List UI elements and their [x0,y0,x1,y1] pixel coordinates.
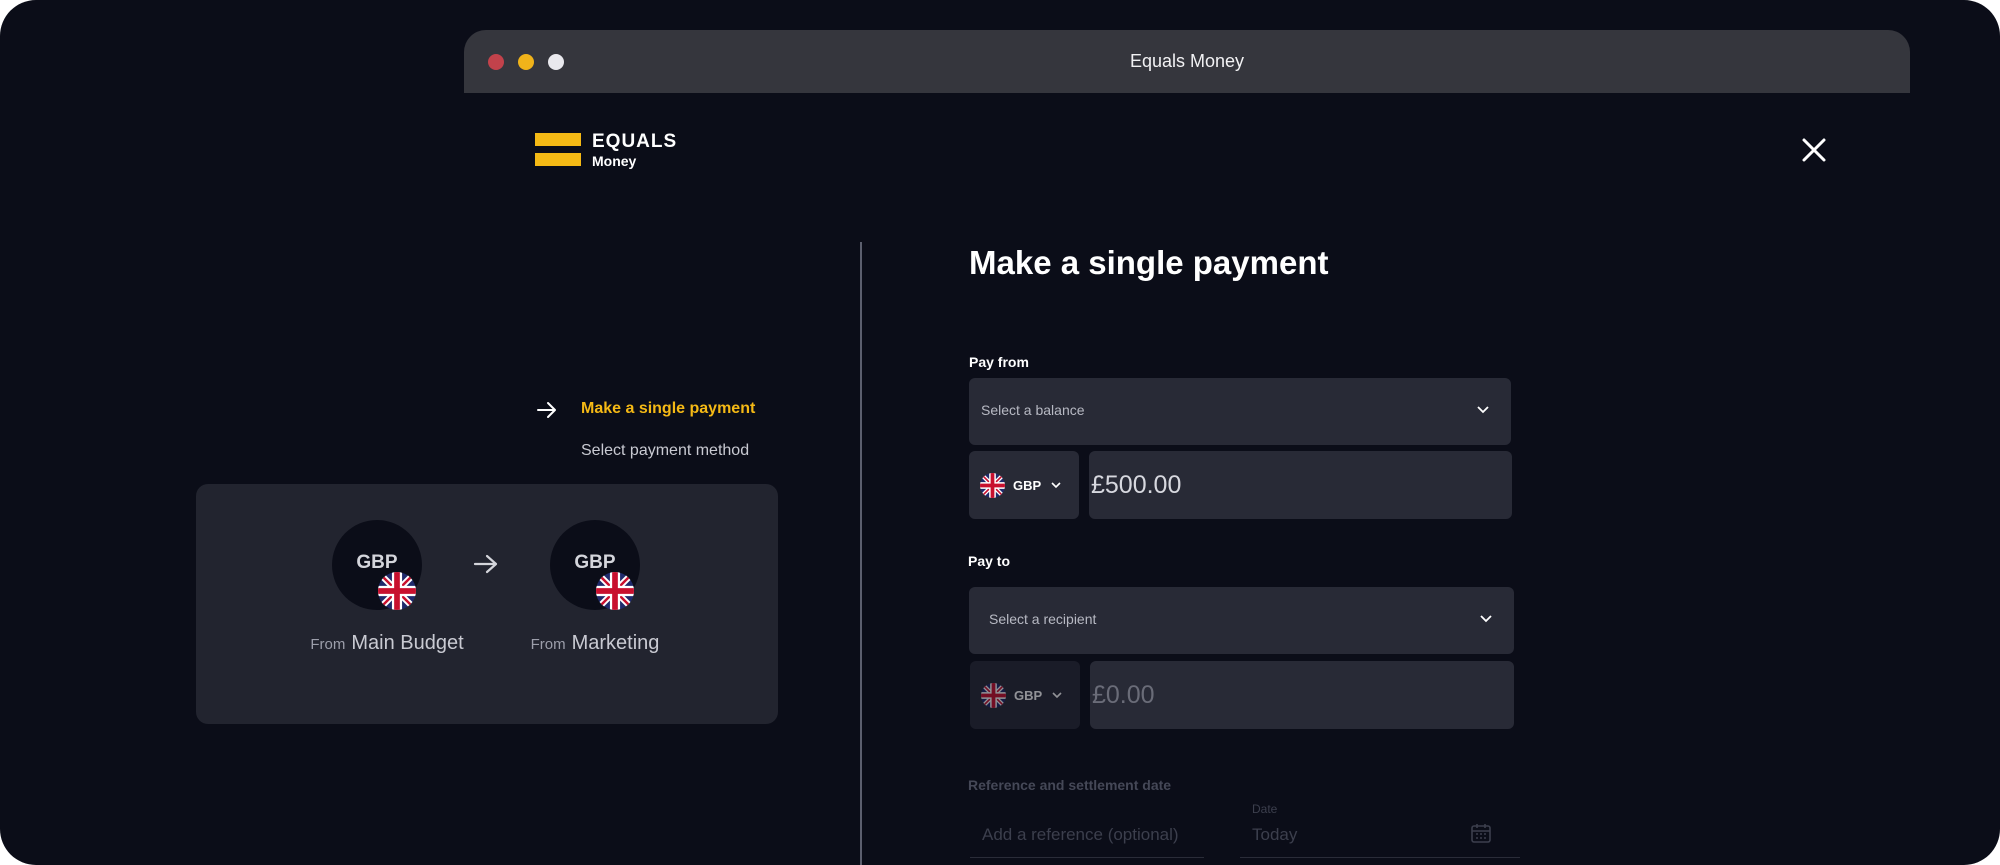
from-prefix: From [310,636,346,653]
to-currency-code: GBP [574,552,616,573]
select-balance-placeholder: Select a balance [981,402,1085,418]
reference-section-label: Reference and settlement date [968,777,1172,793]
pay-from-label: Pay from [969,354,1029,370]
window-title: Equals Money [1129,51,1245,71]
transfer-arrow-icon [473,554,498,574]
pay-from-currency-select[interactable]: GBP [969,451,1079,519]
pay-to-amount-input[interactable]: £0.00 [1090,661,1514,729]
to-account-name: Marketing [571,632,660,654]
from-account-name: Main Budget [351,632,464,654]
chevron-down-icon [1051,482,1061,489]
page-title: Make a single payment [969,244,1329,281]
to-currency-badge: GBP [550,520,640,610]
logo-bar-bottom [535,153,581,166]
close-icon[interactable] [1800,136,1828,164]
uk-flag-icon [378,572,416,610]
pay-to-label: Pay to [968,553,1011,569]
equals-money-logo: EQUALS Money [535,131,695,171]
to-account-label: From Marketing [515,632,675,655]
date-field-value: Today [1252,825,1298,844]
pay-from-amount-value: £500.00 [1091,471,1182,499]
uk-flag-icon [980,473,1005,498]
app-frame: Equals Money EQUALS Money Make a single … [0,0,2000,865]
panel-divider [860,242,862,865]
pay-from-currency-code: GBP [1013,478,1042,493]
logo-subtitle: Money [592,153,637,169]
date-field-label: Date [1252,802,1278,816]
chevron-down-icon [1052,692,1062,699]
select-balance-dropdown[interactable]: Select a balance [969,378,1511,445]
arrow-right-icon [537,402,556,418]
chevron-down-icon [1477,406,1489,414]
uk-flag-icon [596,572,634,610]
step-select-payment-method[interactable]: Select payment method [581,442,749,460]
select-recipient-placeholder: Select a recipient [989,611,1097,627]
calendar-icon[interactable] [1470,822,1492,844]
pay-to-currency-code: GBP [1014,688,1043,703]
pay-to-currency-select[interactable]: GBP [970,661,1080,729]
from-currency-badge: GBP [332,520,422,610]
settlement-date-field[interactable]: Date Today [1240,802,1520,858]
step-make-single-payment[interactable]: Make a single payment [581,400,755,418]
reference-input[interactable]: Add a reference (optional) [970,815,1204,858]
uk-flag-icon [981,683,1006,708]
logo-bar-top [535,133,581,146]
select-recipient-dropdown[interactable]: Select a recipient [969,587,1514,654]
reference-placeholder: Add a reference (optional) [982,825,1179,844]
transfer-summary-card: GBP GBP From Main Budget From Marketing [196,484,778,724]
pay-from-amount-input[interactable]: £500.00 [1089,451,1512,519]
chevron-down-icon [1480,615,1492,623]
pay-to-amount-value: £0.00 [1092,681,1155,709]
logo-wordmark: EQUALS [592,131,678,152]
from-account-label: From Main Budget [297,632,477,655]
window-titlebar: Equals Money [464,30,1910,93]
from-currency-code: GBP [356,552,398,573]
to-prefix: From [530,636,566,653]
